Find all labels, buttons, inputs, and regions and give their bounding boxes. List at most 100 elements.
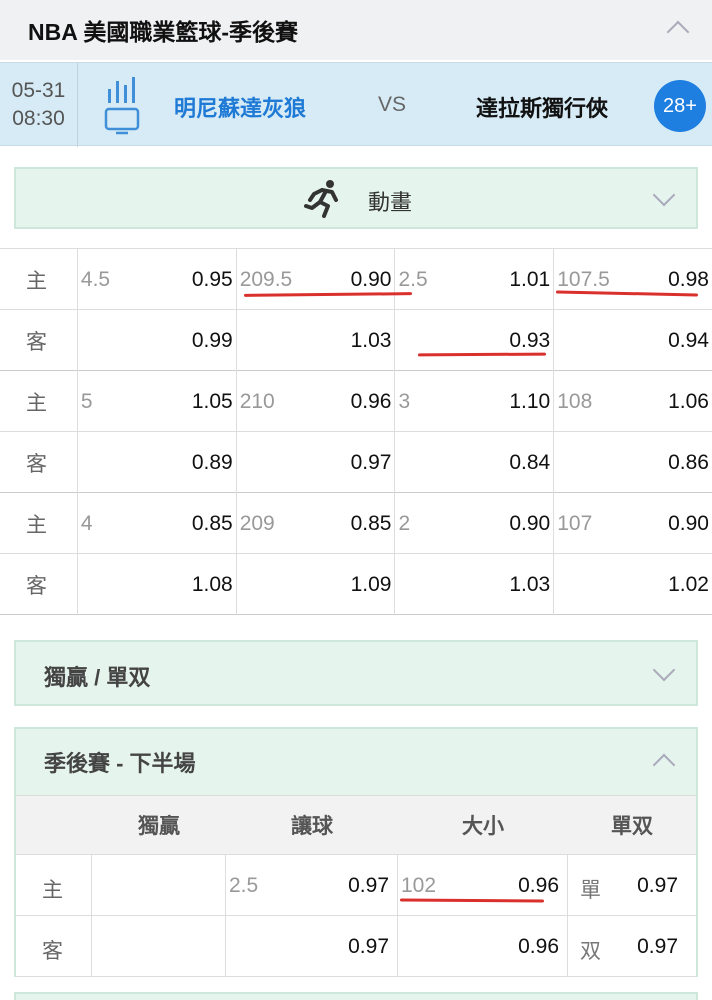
- odds-value: 0.86: [668, 451, 709, 474]
- more-markets-badge[interactable]: 28+: [654, 80, 706, 132]
- odds-cell[interactable]: 209 0.85: [237, 493, 396, 554]
- line-value: 2.5: [398, 268, 428, 291]
- total-cell[interactable]: 0.96: [398, 916, 568, 977]
- odds-value: 0.94: [668, 329, 709, 352]
- oddeven-cell[interactable]: 双 0.97: [568, 916, 696, 977]
- odds-cell[interactable]: 107 0.90: [554, 493, 712, 554]
- collapse-chevron-up-icon[interactable]: [666, 20, 690, 44]
- odds-cell[interactable]: 0.89: [78, 432, 237, 493]
- odds-value: 0.90: [509, 512, 551, 535]
- expand-chevron-down-icon[interactable]: [652, 183, 676, 207]
- odds-cell[interactable]: 2.5 1.01: [395, 249, 555, 310]
- second-half-header[interactable]: 季後賽 - 下半場: [16, 729, 696, 795]
- stats-tv-icon[interactable]: [104, 75, 140, 135]
- odds-value: 0.96: [518, 935, 559, 958]
- side-label: 客: [0, 554, 78, 615]
- odds-value: 0.97: [637, 935, 678, 958]
- home-team-name[interactable]: 明尼蘇達灰狼: [174, 91, 306, 123]
- odds-cell[interactable]: 0.99: [78, 310, 237, 371]
- winner-oddeven-bar[interactable]: 獨贏 / 單双: [14, 640, 698, 706]
- odds-value: 1.09: [350, 573, 392, 596]
- odds-value: 0.95: [191, 268, 233, 291]
- second-half-row-away: 客 0.97 0.96 双 0.97: [16, 916, 696, 977]
- line-value: 4: [80, 512, 93, 535]
- odds-cell[interactable]: 107.5 0.98: [554, 249, 712, 310]
- match-time: 05-31 08:30: [0, 63, 78, 147]
- column-header: 獨贏: [138, 815, 180, 838]
- odds-value: 0.97: [637, 874, 678, 897]
- odds-cell[interactable]: 1.08: [78, 554, 237, 615]
- odds-cell[interactable]: 1.03: [237, 310, 396, 371]
- handicap-cell[interactable]: 0.97: [226, 916, 398, 977]
- second-half-row-home: 主 2.5 0.97 102 0.96 單 0.97: [16, 855, 696, 916]
- line-value: 102: [401, 874, 437, 897]
- odds-row-away: 客 0.99 1.03 0.93 0.94: [0, 310, 712, 371]
- column-header: 單双: [611, 815, 653, 838]
- odds-cell[interactable]: 0.93: [395, 310, 555, 371]
- side-label: 客: [0, 432, 78, 493]
- expand-chevron-down-icon[interactable]: [652, 658, 676, 682]
- line-value: 2.5: [229, 874, 259, 897]
- side-label: 主: [0, 249, 78, 310]
- line-value: 107.5: [557, 268, 610, 291]
- league-header[interactable]: NBA 美國職業籃球-季後賽: [0, 0, 712, 60]
- odds-value: 0.97: [348, 874, 389, 897]
- odds-value: 0.97: [348, 935, 389, 958]
- line-value: 209: [239, 512, 275, 535]
- odds-cell[interactable]: 1.09: [237, 554, 396, 615]
- odds-value: 0.85: [350, 512, 392, 535]
- odds-cell[interactable]: 1.03: [395, 554, 555, 615]
- match-clock: 08:30: [12, 107, 65, 130]
- line-value: 4.5: [80, 268, 111, 291]
- odds-cell[interactable]: 0.97: [237, 432, 396, 493]
- odds-cell[interactable]: 4 0.85: [78, 493, 237, 554]
- odds-cell[interactable]: 209.5 0.90: [237, 249, 396, 310]
- odds-value: 0.93: [509, 329, 551, 352]
- second-half-panel: 季後賽 - 下半場 獨贏 讓球 大小 單双 主 2.5 0.97 102 0.96 …: [14, 727, 698, 977]
- odds-cell[interactable]: 210 0.96: [237, 371, 396, 432]
- odds-value: 0.96: [350, 390, 392, 413]
- line-value: 2: [398, 512, 411, 535]
- side-label: 客: [0, 310, 78, 371]
- odds-cell[interactable]: 108 1.06: [554, 371, 712, 432]
- odds-value: 1.08: [191, 573, 233, 596]
- moneyline-cell[interactable]: [92, 916, 226, 977]
- match-date: 05-31: [11, 79, 66, 102]
- side-label: 主: [0, 371, 78, 432]
- odds-value: 1.06: [668, 390, 709, 413]
- odds-value: 0.98: [668, 268, 709, 291]
- odds-value: 1.03: [509, 573, 551, 596]
- total-cell[interactable]: 102 0.96: [398, 855, 568, 916]
- animation-bar[interactable]: 動畫: [14, 167, 698, 229]
- line-value: 209.5: [239, 268, 293, 291]
- odds-value: 1.01: [509, 268, 551, 291]
- odds-value: 0.89: [191, 451, 233, 474]
- line-value: 3: [398, 390, 411, 413]
- odds-cell[interactable]: 2 0.90: [395, 493, 555, 554]
- odds-row-home: 主 4.5 0.95 209.5 0.90 2.5 1.01 107.5 0.98: [0, 249, 712, 310]
- odds-cell[interactable]: 3 1.10: [395, 371, 555, 432]
- line-value: 5: [80, 390, 93, 413]
- second-half-columns: 獨贏 讓球 大小 單双: [16, 795, 696, 855]
- away-team-name[interactable]: 達拉斯獨行俠: [476, 91, 608, 123]
- odds-cell[interactable]: 5 1.05: [78, 371, 237, 432]
- oddeven-label: 單: [580, 879, 601, 902]
- odds-cell[interactable]: 0.84: [395, 432, 555, 493]
- odds-value: 0.97: [350, 451, 392, 474]
- odds-row-home: 主 4 0.85 209 0.85 2 0.90 107 0.90: [0, 493, 712, 554]
- oddeven-label: 双: [580, 940, 601, 963]
- collapse-chevron-up-icon[interactable]: [652, 753, 676, 777]
- odds-value: 0.99: [191, 329, 233, 352]
- odds-cell[interactable]: 1.02: [554, 554, 712, 615]
- odds-cell[interactable]: 4.5 0.95: [78, 249, 237, 310]
- column-header: 大小: [462, 815, 504, 838]
- handicap-cell[interactable]: 2.5 0.97: [226, 855, 398, 916]
- moneyline-cell[interactable]: [92, 855, 226, 916]
- odds-cell[interactable]: 0.94: [554, 310, 712, 371]
- odds-value: 0.90: [668, 512, 709, 535]
- odds-cell[interactable]: 0.86: [554, 432, 712, 493]
- match-row[interactable]: 05-31 08:30 明尼蘇達灰狼 VS 達拉斯獨行俠 28+: [0, 62, 712, 147]
- oddeven-cell[interactable]: 單 0.97: [568, 855, 696, 916]
- line-value: 108: [557, 390, 593, 413]
- next-section-bar[interactable]: [14, 992, 698, 1000]
